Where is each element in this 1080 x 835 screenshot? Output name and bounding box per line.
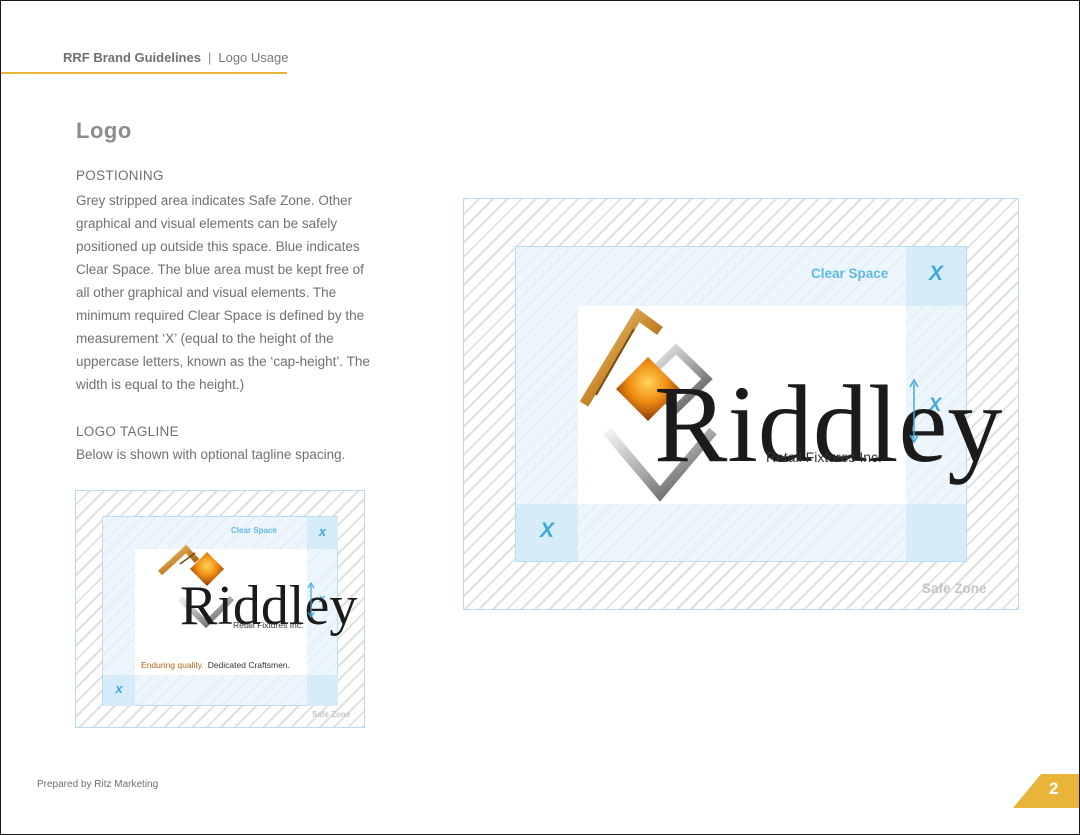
safe-zone-small: Clear Space x x x Safe Zone Riddley Reta… <box>75 490 365 728</box>
footer-prepared-by: Prepared by Ritz Marketing <box>37 779 159 790</box>
tagline-heading: LOGO TAGLINE <box>76 424 179 439</box>
positioning-heading: POSTIONING <box>76 168 164 183</box>
positioning-line: measurement ‘X’ (equal to the height of … <box>76 331 334 346</box>
positioning-line: graphical and visual elements can be saf… <box>76 216 338 231</box>
page-header: RRF Brand Guidelines | Logo Usage <box>63 50 288 65</box>
logo-subtitle: Retail Fixtures Inc. <box>233 620 303 630</box>
page: RRF Brand Guidelines | Logo Usage Logo POS… <box>0 0 1080 835</box>
page-number-tab <box>1013 774 1079 808</box>
safe-zone-large: Clear Space X X X Safe Zone Riddley Reta… <box>463 198 1019 610</box>
positioning-line: all other graphical and visual elements.… <box>76 285 337 300</box>
positioning-text: Grey stripped area indicates Safe Zone. … <box>76 189 396 396</box>
header-rule <box>1 72 287 74</box>
positioning-line: width is equal to the height.) <box>76 377 245 392</box>
positioning-line: uppercase letters, known as the ‘cap-hei… <box>76 354 370 369</box>
logo-tagline: Enduring quality. Dedicated Craftsmen. <box>141 660 290 670</box>
page-number: 2 <box>1049 779 1059 798</box>
section-name: Logo Usage <box>218 50 289 65</box>
header-separator: | <box>207 50 212 65</box>
positioning-line: Clear Space. The blue area must be kept … <box>76 262 364 277</box>
positioning-line: minimum required Clear Space is defined … <box>76 308 365 323</box>
logo-wordmark: Riddley <box>654 363 1002 485</box>
document-title: RRF Brand Guidelines <box>63 50 201 65</box>
riddley-logo-large: Riddley Retail Fixtures Inc. <box>579 307 1002 502</box>
tagline-text: Below is shown with optional tagline spa… <box>76 447 346 462</box>
positioning-line: Grey stripped area indicates Safe Zone. … <box>76 193 353 208</box>
page-title: Logo <box>76 118 132 143</box>
logo-subtitle: Retail Fixtures Inc. <box>766 449 882 465</box>
positioning-line: positioned up outside this space. Blue i… <box>76 239 360 254</box>
riddley-logo-small: Riddley Retail Fixtures Inc. Enduring qu… <box>141 544 357 670</box>
